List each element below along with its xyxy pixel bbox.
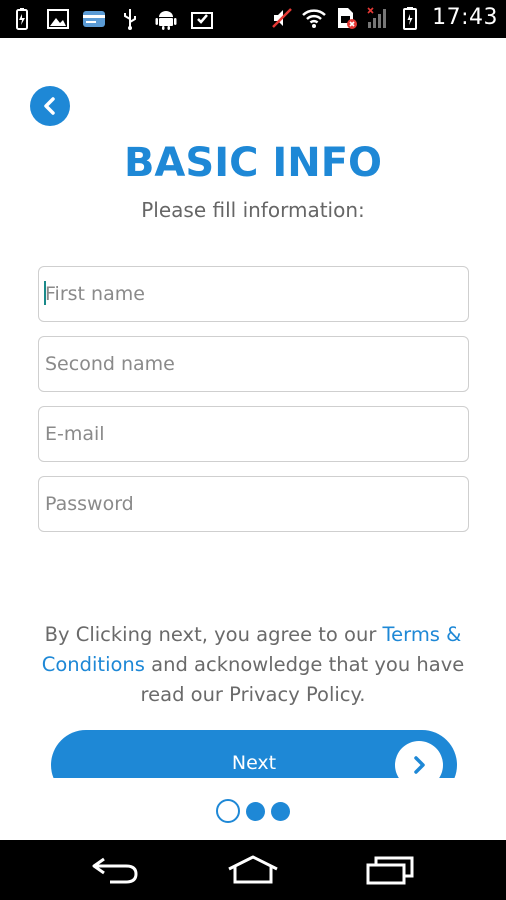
status-system: 17:43 [270,5,498,30]
email-input[interactable] [39,407,468,461]
status-bar: 17:43 [0,0,506,38]
email-check-icon [191,12,213,29]
image-icon [47,9,69,29]
android-icon [155,11,177,30]
card-icon [83,11,105,27]
mute-icon [272,7,292,28]
second-name-field[interactable] [38,336,469,392]
first-name-input[interactable] [39,267,468,321]
signal-icon [367,6,387,28]
terms-prefix: By Clicking next, you agree to our [44,623,383,646]
battery-icon [403,6,418,30]
recent-apps-icon [366,856,414,885]
sim-error-icon [338,7,358,29]
page-dot-2 [246,801,265,821]
email-field[interactable] [38,406,469,462]
nav-home-button[interactable] [223,852,283,888]
home-icon [228,855,278,884]
back-arrow-icon [92,857,138,884]
password-field[interactable] [38,476,469,532]
usb-icon [124,9,136,30]
text-cursor [44,281,46,305]
page-dot-1 [216,799,240,823]
navigation-bar [0,840,506,900]
chevron-left-icon [44,97,55,115]
page-indicator [216,799,290,823]
back-button[interactable] [30,86,70,126]
page-subtitle: Please fill information: [141,198,365,222]
status-time: 17:43 [432,5,498,30]
wifi-icon [302,8,326,28]
chevron-right-icon [414,756,425,774]
usb-battery-icon [16,8,28,30]
status-notifications [10,7,214,31]
second-name-input[interactable] [39,337,468,391]
nav-recents-button[interactable] [360,852,420,888]
first-name-field[interactable] [38,266,469,322]
page-title: BASIC INFO [123,140,383,186]
nav-back-button[interactable] [86,852,146,888]
terms-suffix: and acknowledge that you have read our P… [140,653,465,706]
terms-text: By Clicking next, you agree to our Terms… [20,620,486,710]
password-input[interactable] [39,477,468,531]
page-dot-3 [271,801,290,821]
